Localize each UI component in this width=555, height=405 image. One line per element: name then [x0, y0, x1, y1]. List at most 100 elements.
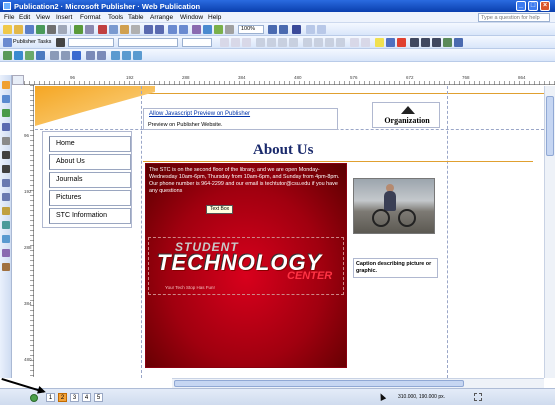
hot-spot-tool-icon[interactable]	[2, 221, 10, 229]
columns-icon[interactable]	[192, 25, 201, 34]
close-button[interactable]: ×	[540, 1, 550, 11]
menu-format[interactable]: Format	[80, 14, 101, 21]
save-icon[interactable]	[25, 25, 34, 34]
decrease-indent-icon[interactable]	[325, 38, 334, 47]
page-tab-5[interactable]: 5	[94, 393, 103, 402]
new-icon[interactable]	[3, 25, 12, 34]
align-left-icon[interactable]	[256, 38, 265, 47]
email-icon[interactable]	[36, 25, 45, 34]
menu-tools[interactable]: Tools	[108, 14, 123, 21]
oval-tool-icon[interactable]	[2, 179, 10, 187]
shrink-font-icon[interactable]	[361, 38, 370, 47]
format-painter-icon[interactable]	[131, 25, 140, 34]
html-fragment-icon[interactable]	[61, 51, 70, 60]
page-tab-2[interactable]: 2	[58, 393, 67, 402]
align-center-icon[interactable]	[267, 38, 276, 47]
style-select[interactable]	[68, 38, 114, 47]
html-code-tool-icon[interactable]	[2, 249, 10, 257]
menu-edit[interactable]: Edit	[19, 14, 30, 21]
arrow-style-icon[interactable]	[432, 38, 441, 47]
redo-icon[interactable]	[155, 25, 164, 34]
menu-help[interactable]: Help	[208, 14, 221, 21]
web-page-options-icon[interactable]	[36, 51, 45, 60]
font-select[interactable]	[118, 38, 178, 47]
hyperlink-icon[interactable]	[203, 25, 212, 34]
web-preview-icon[interactable]	[306, 25, 315, 34]
form-control-icon[interactable]	[50, 51, 59, 60]
menu-arrange[interactable]: Arrange	[150, 14, 173, 21]
web-preview-button-icon[interactable]	[97, 51, 106, 60]
minimize-button[interactable]: _	[516, 1, 526, 11]
font-color-icon[interactable]	[397, 38, 406, 47]
nav-item-about-us[interactable]: About Us	[49, 154, 131, 170]
scroll-thumb[interactable]	[174, 380, 464, 387]
form-icon[interactable]	[317, 25, 326, 34]
photo-caption[interactable]: Caption describing picture or graphic.	[353, 258, 438, 278]
dash-style-icon[interactable]	[421, 38, 430, 47]
wordart-tool-icon[interactable]	[2, 123, 10, 131]
line-tool-icon[interactable]	[2, 151, 10, 159]
ruler-corner[interactable]	[12, 75, 24, 85]
grow-font-icon[interactable]	[350, 38, 359, 47]
bold-icon[interactable]	[220, 38, 229, 47]
research-icon[interactable]	[85, 25, 94, 34]
menu-window[interactable]: Window	[180, 14, 203, 21]
spelling-icon[interactable]	[74, 25, 83, 34]
send-to-back-icon[interactable]	[179, 25, 188, 34]
copy-icon[interactable]	[109, 25, 118, 34]
print-preview-icon[interactable]	[58, 25, 67, 34]
header-link[interactable]: Allow Javascript Preview on Publisher	[149, 111, 250, 117]
help-search-input[interactable]: Type a question for help	[478, 13, 550, 22]
insert-table-icon[interactable]	[214, 25, 223, 34]
zoom-in-icon[interactable]	[279, 25, 288, 34]
organization-logo[interactable]: Organization	[372, 102, 440, 128]
style-icon[interactable]	[56, 38, 65, 47]
body-text[interactable]: The STC is on the second floor of the li…	[149, 167, 343, 195]
menu-table[interactable]: Table	[128, 14, 144, 21]
menu-file[interactable]: File	[4, 14, 14, 21]
align-right-icon[interactable]	[278, 38, 287, 47]
nav-item-journals[interactable]: Journals	[49, 172, 131, 188]
picture-tool-icon[interactable]	[2, 137, 10, 145]
increase-indent-icon[interactable]	[336, 38, 345, 47]
publication-canvas[interactable]: Allow Javascript Preview on Publisher Pr…	[35, 86, 544, 378]
justify-icon[interactable]	[289, 38, 298, 47]
header-text-box[interactable]: Allow Javascript Preview on Publisher Pr…	[143, 108, 338, 130]
publisher-tasks-label[interactable]: Publisher Tasks	[13, 39, 51, 45]
horizontal-ruler[interactable]: 96 192 288 384 480 576 672 768 864	[24, 75, 555, 85]
vertical-ruler[interactable]: 96 192 288 384 480	[24, 85, 34, 377]
nav-item-pictures[interactable]: Pictures	[49, 190, 131, 206]
insert-link-icon[interactable]	[14, 51, 23, 60]
print-icon[interactable]	[47, 25, 56, 34]
zoom-select[interactable]: 100%	[238, 25, 264, 34]
background-icon[interactable]	[25, 51, 34, 60]
italic-icon[interactable]	[231, 38, 240, 47]
autoshapes-tool-icon[interactable]	[2, 207, 10, 215]
shadow-icon[interactable]	[443, 38, 452, 47]
cyclist-photo[interactable]	[353, 178, 435, 234]
font-size-select[interactable]	[182, 38, 212, 47]
zoom-out-icon[interactable]	[268, 25, 277, 34]
form-control-tool-icon[interactable]	[2, 235, 10, 243]
arrow-tool-icon[interactable]	[2, 165, 10, 173]
3d-icon[interactable]	[454, 38, 463, 47]
line-color-icon[interactable]	[386, 38, 395, 47]
special-chars-icon[interactable]	[225, 25, 234, 34]
rectangle-tool-icon[interactable]	[2, 193, 10, 201]
line-style-icon[interactable]	[410, 38, 419, 47]
page-tab-3[interactable]: 3	[70, 393, 79, 402]
menu-view[interactable]: View	[36, 14, 50, 21]
page-tab-4[interactable]: 4	[82, 393, 91, 402]
layout-guides-icon[interactable]	[111, 51, 120, 60]
menu-insert[interactable]: Insert	[56, 14, 72, 21]
web-tools-icon[interactable]	[3, 51, 12, 60]
vertical-scrollbar[interactable]	[544, 86, 555, 378]
maximize-button[interactable]: □	[528, 1, 538, 11]
content-panel[interactable]: The STC is on the second floor of the li…	[145, 163, 347, 368]
nav-item-home[interactable]: Home	[49, 136, 131, 152]
fill-color-icon[interactable]	[375, 38, 384, 47]
snap-icon[interactable]	[133, 51, 142, 60]
underline-icon[interactable]	[242, 38, 251, 47]
text-box-tool-icon[interactable]	[2, 95, 10, 103]
table-tool-icon[interactable]	[2, 109, 10, 117]
